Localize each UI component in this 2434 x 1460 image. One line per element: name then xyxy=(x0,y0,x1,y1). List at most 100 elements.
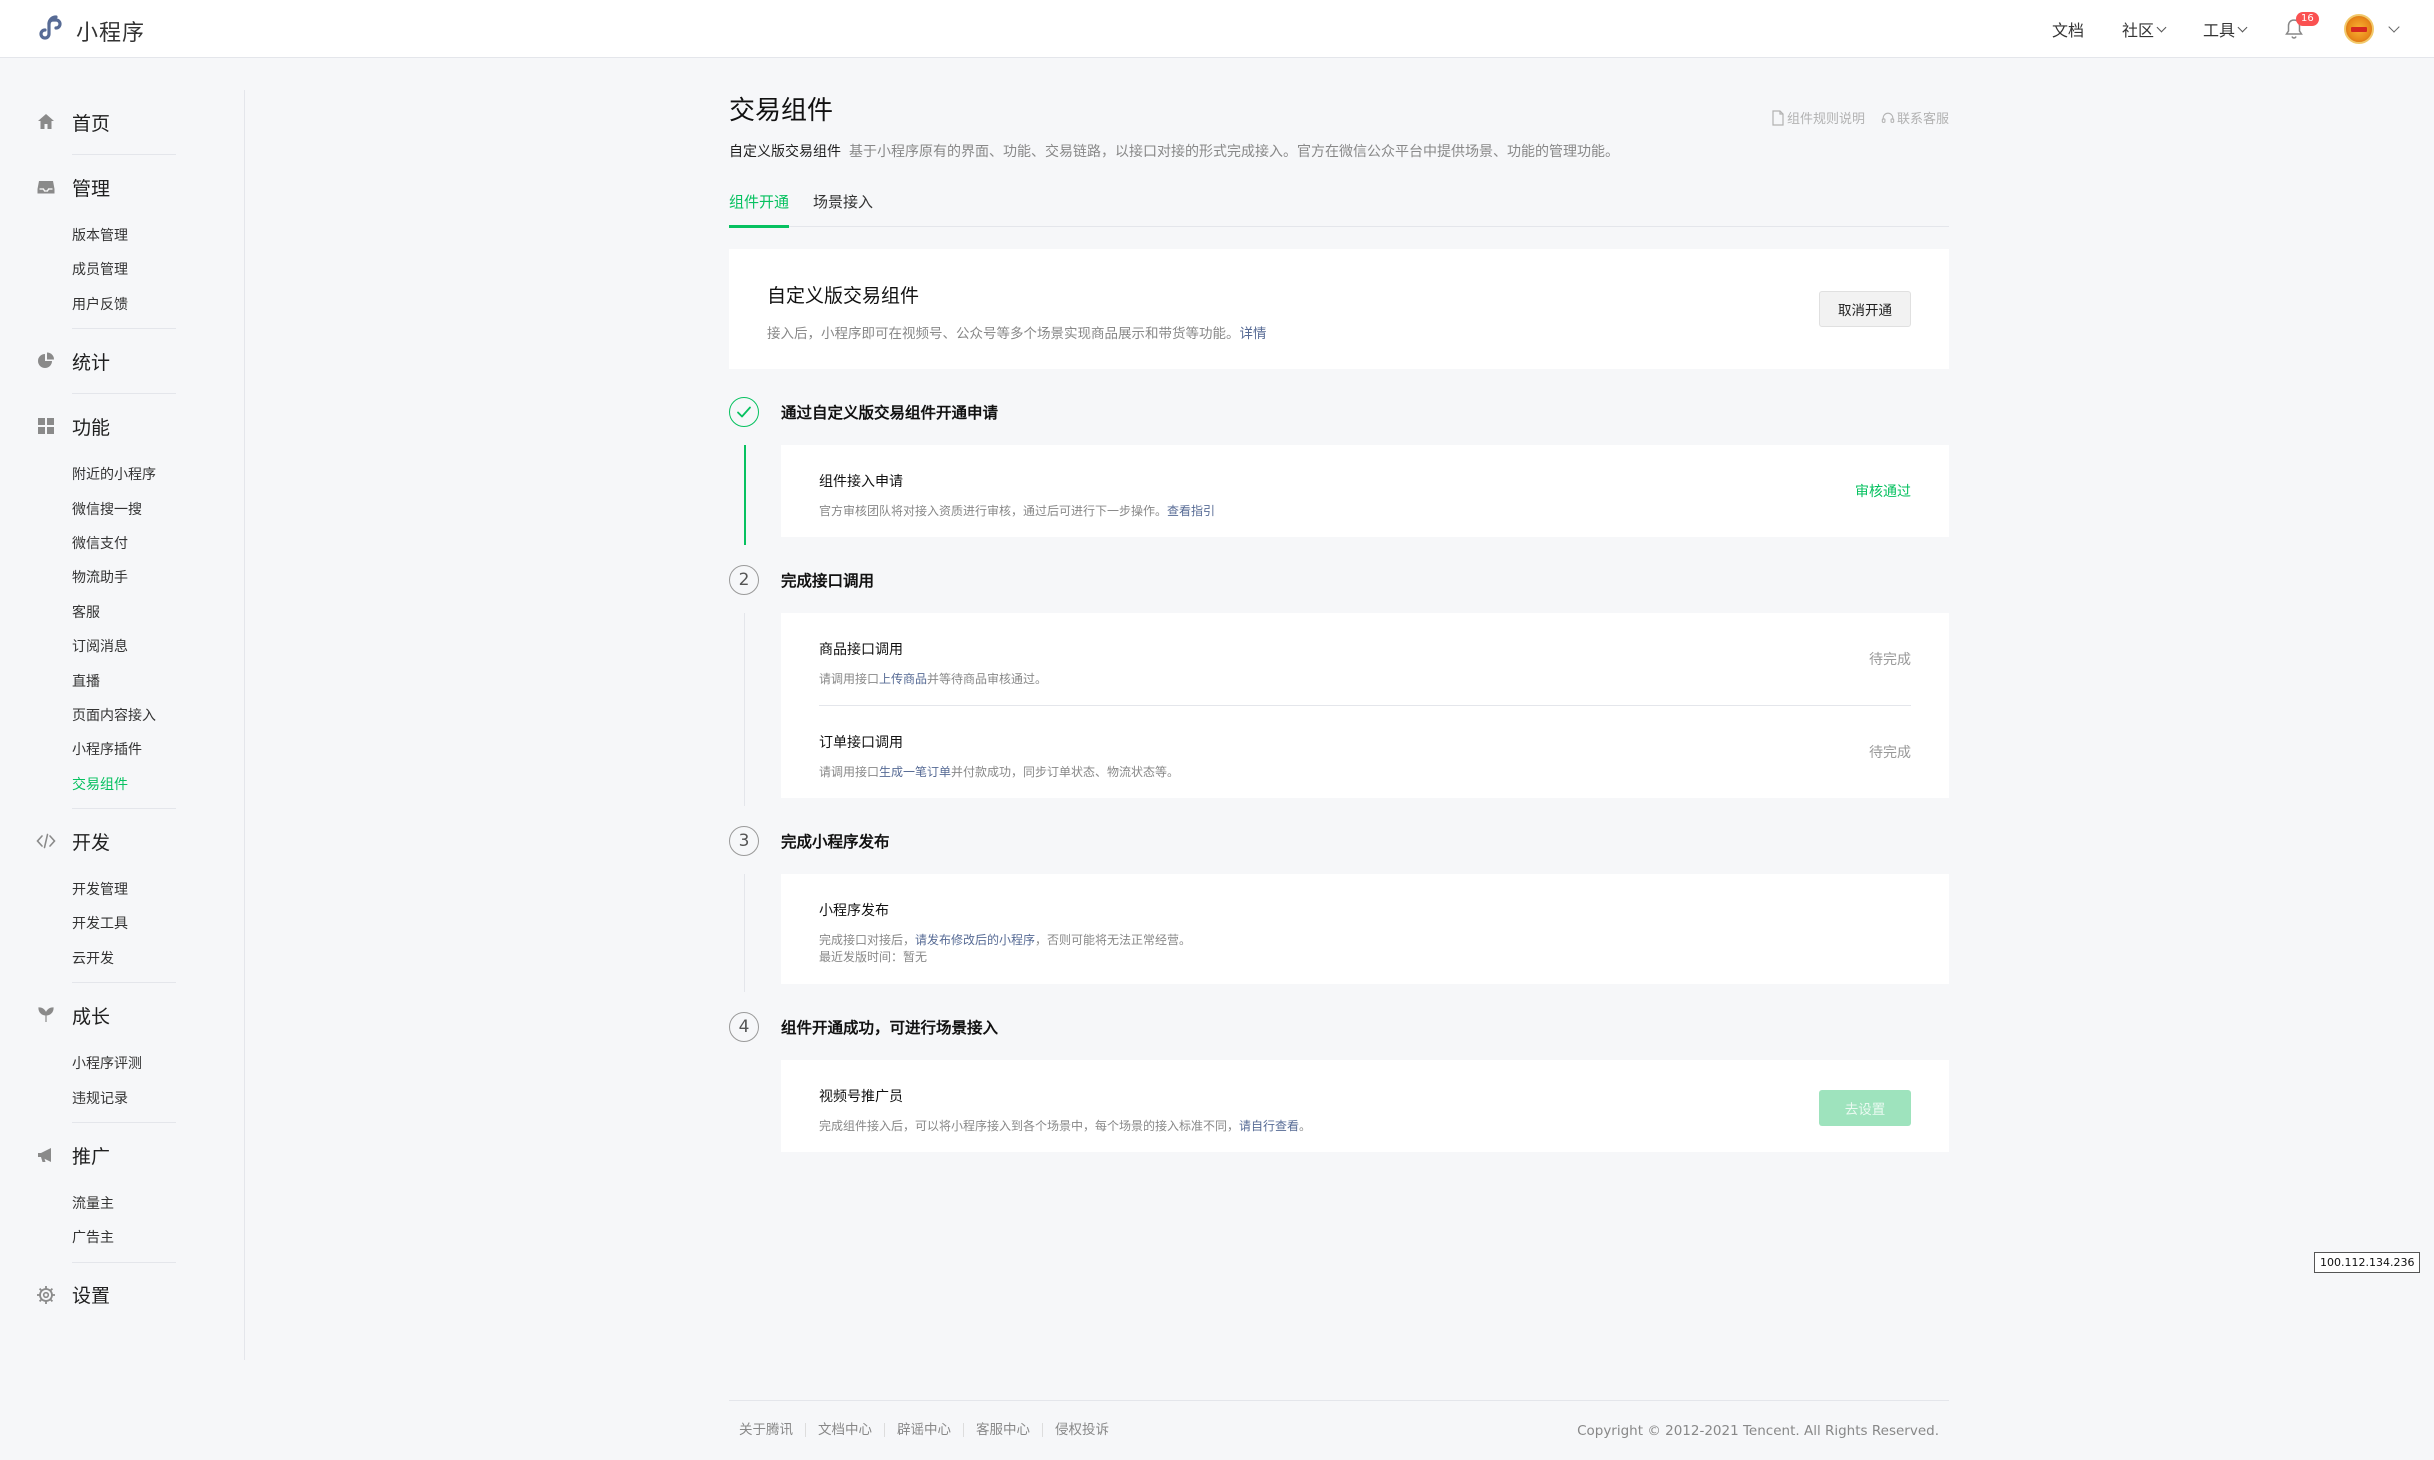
sidebar-group-label: 首页 xyxy=(72,112,111,135)
row-desc-text: ，否则可能将无法正常经营。 xyxy=(1035,933,1192,947)
sidebar-item[interactable]: 客服 xyxy=(0,596,244,630)
row-desc: 完成组件接入后，可以将小程序接入到各个场景中，每个场景的接入标准不同，请自行查看… xyxy=(819,1118,1911,1135)
sidebar-group-header[interactable]: 统计 xyxy=(0,329,244,393)
row-desc-text: 完成组件接入后，可以将小程序接入到各个场景中，每个场景的接入标准不同， xyxy=(819,1119,1240,1133)
sidebar-item[interactable]: 开发工具 xyxy=(0,907,244,941)
step-row: 视频号推广员 完成组件接入后，可以将小程序接入到各个场景中，每个场景的接入标准不… xyxy=(781,1060,1949,1152)
status-badge: 待完成 xyxy=(1869,652,1911,668)
nav-docs[interactable]: 文档 xyxy=(2052,17,2084,41)
sidebar-item[interactable]: 用户反馈 xyxy=(0,288,244,322)
step-title: 通过自定义版交易组件开通申请 xyxy=(781,404,999,422)
tab-component-activation[interactable]: 组件开通 xyxy=(729,191,790,228)
hero-title: 自定义版交易组件 xyxy=(767,285,920,307)
sidebar-group-header[interactable]: 开发 xyxy=(0,809,244,873)
upload-product-link[interactable]: 上传商品 xyxy=(879,672,927,686)
sidebar-group: 设置 xyxy=(0,1263,244,1327)
sidebar-item[interactable]: 违规记录 xyxy=(0,1082,244,1116)
sidebar-item[interactable]: 物流助手 xyxy=(0,561,244,595)
sidebar-group: 管理版本管理 成员管理 用户反馈 xyxy=(0,155,244,330)
chevron-down-icon xyxy=(2156,22,2167,32)
row-title: 视频号推广员 xyxy=(819,1089,903,1105)
sidebar-group-header[interactable]: 推广 xyxy=(0,1123,244,1187)
row-desc-text: 请调用接口 xyxy=(819,765,880,779)
document-icon xyxy=(1772,109,1784,126)
sidebar-group-label: 设置 xyxy=(72,1285,111,1308)
sidebar-item[interactable]: 流量主 xyxy=(0,1187,244,1221)
step-row: 商品接口调用 请调用接口上传商品并等待商品审核通过。 待完成 xyxy=(781,613,1949,705)
row-title: 小程序发布 xyxy=(819,903,889,919)
create-order-link[interactable]: 生成一笔订单 xyxy=(879,765,951,779)
sidebar-group-label: 管理 xyxy=(72,177,111,200)
inbox-icon xyxy=(36,177,56,197)
row-desc-text: 请调用接口 xyxy=(819,672,880,686)
sidebar-submenu: 开发管理 开发工具 云开发 xyxy=(0,873,244,982)
hero-card: 自定义版交易组件 接入后，小程序即可在视频号、公众号等多个场景实现商品展示和带货… xyxy=(729,249,1949,369)
support-link[interactable]: 联系客服 xyxy=(1881,108,1949,127)
headset-icon xyxy=(1881,112,1895,123)
sidebar-item[interactable]: 微信搜一搜 xyxy=(0,493,244,527)
sidebar-item[interactable]: 交易组件 xyxy=(0,768,244,802)
step-title: 完成小程序发布 xyxy=(781,833,890,851)
sidebar-group-header[interactable]: 设置 xyxy=(0,1263,244,1327)
sidebar-item[interactable]: 直播 xyxy=(0,665,244,699)
footer: 关于腾讯 文档中心 辟谣中心 客服中心 侵权投诉 Copyright © 201… xyxy=(729,1400,1949,1440)
view-standards-link[interactable]: 请自行查看 xyxy=(1239,1119,1299,1133)
sidebar-group-header[interactable]: 功能 xyxy=(0,394,244,458)
sidebar-group: 成长 小程序评测 违规记录 xyxy=(0,983,244,1124)
footer-link-support[interactable]: 客服中心 xyxy=(963,1423,1042,1437)
hero-desc: 接入后，小程序即可在视频号、公众号等多个场景实现商品展示和带货等功能。详情 xyxy=(767,322,1911,342)
rules-link[interactable]: 组件规则说明 xyxy=(1771,108,1865,127)
home-icon xyxy=(36,112,56,132)
grid-icon xyxy=(36,416,56,436)
notification-badge: 16 xyxy=(2296,12,2319,26)
avatar[interactable] xyxy=(2344,14,2374,44)
pie-chart-icon xyxy=(36,351,56,371)
logo-text: 小程序 xyxy=(76,21,146,46)
sidebar-item[interactable]: 广告主 xyxy=(0,1221,244,1255)
sidebar-item[interactable]: 订阅消息 xyxy=(0,630,244,664)
step-number: 4 xyxy=(729,1012,759,1042)
sidebar-item[interactable]: 页面内容接入 xyxy=(0,699,244,733)
sidebar-group-header[interactable]: 首页 xyxy=(0,90,244,154)
logo[interactable]: 小程序 xyxy=(36,13,145,49)
code-icon xyxy=(36,831,56,851)
step-row: 组件接入申请 官方审核团队将对接入资质进行审核，通过后可进行下一步操作。查看指引… xyxy=(781,445,1949,537)
status-badge: 待完成 xyxy=(1869,745,1911,761)
step-card: 视频号推广员 完成组件接入后，可以将小程序接入到各个场景中，每个场景的接入标准不… xyxy=(781,1060,1949,1152)
notification-bell[interactable]: 16 xyxy=(2284,12,2319,40)
tab-scene-access[interactable]: 场景接入 xyxy=(813,191,873,227)
footer-link-about[interactable]: 关于腾讯 xyxy=(739,1423,805,1437)
footer-link-docs[interactable]: 文档中心 xyxy=(805,1423,884,1437)
step-3: 3 完成小程序发布 小程序发布 完成接口对接后，请发布修改后的小程序，否则可能将… xyxy=(729,826,1949,992)
footer-link-rumor[interactable]: 辟谣中心 xyxy=(884,1423,963,1437)
sidebar-item[interactable]: 开发管理 xyxy=(0,873,244,907)
sidebar-item[interactable]: 版本管理 xyxy=(0,219,244,253)
subtitle-bold: 自定义版交易组件 xyxy=(729,144,841,160)
top-bar: 小程序 文档 社区 工具 16 xyxy=(0,0,2434,58)
go-setup-button[interactable]: 去设置 xyxy=(1819,1090,1911,1126)
gear-icon xyxy=(36,1285,56,1305)
nav-tools[interactable]: 工具 xyxy=(2203,17,2248,41)
step-row: 订单接口调用 请调用接口生成一笔订单并付款成功，同步订单状态、物流状态等。 待完… xyxy=(781,706,1949,798)
cancel-activation-button[interactable]: 取消开通 xyxy=(1819,291,1911,327)
sidebar-item[interactable]: 云开发 xyxy=(0,942,244,976)
publish-link[interactable]: 请发布修改后的小程序 xyxy=(915,933,1035,947)
sidebar-item[interactable]: 微信支付 xyxy=(0,527,244,561)
sidebar-item[interactable]: 小程序评测 xyxy=(0,1047,244,1081)
nav-community[interactable]: 社区 xyxy=(2122,17,2167,41)
sidebar-submenu: 附近的小程序 微信搜一搜 微信支付 物流助手 客服 订阅消息 直播 页面内容接入 小程序插件 交易… xyxy=(0,458,244,808)
sidebar-submenu: 流量主 广告主 xyxy=(0,1187,244,1262)
row-title: 组件接入申请 xyxy=(819,474,903,490)
view-guide-link[interactable]: 查看指引 xyxy=(1167,504,1215,518)
detail-link[interactable]: 详情 xyxy=(1240,326,1267,342)
sidebar-item[interactable]: 成员管理 xyxy=(0,253,244,287)
sidebar-group-header[interactable]: 管理 xyxy=(0,155,244,219)
sidebar-item[interactable]: 附近的小程序 xyxy=(0,458,244,492)
footer-link-infringement[interactable]: 侵权投诉 xyxy=(1042,1423,1121,1437)
subtitle-text: 基于小程序原有的界面、功能、交易链路，以接口对接的形式完成接入。官方在微信公众平… xyxy=(849,144,1619,160)
sidebar-group-header[interactable]: 成长 xyxy=(0,983,244,1047)
step-connector xyxy=(744,874,745,992)
sidebar-group: 首页 xyxy=(0,90,244,155)
sidebar-item[interactable]: 小程序插件 xyxy=(0,733,244,767)
chevron-down-icon[interactable] xyxy=(2388,20,2400,33)
